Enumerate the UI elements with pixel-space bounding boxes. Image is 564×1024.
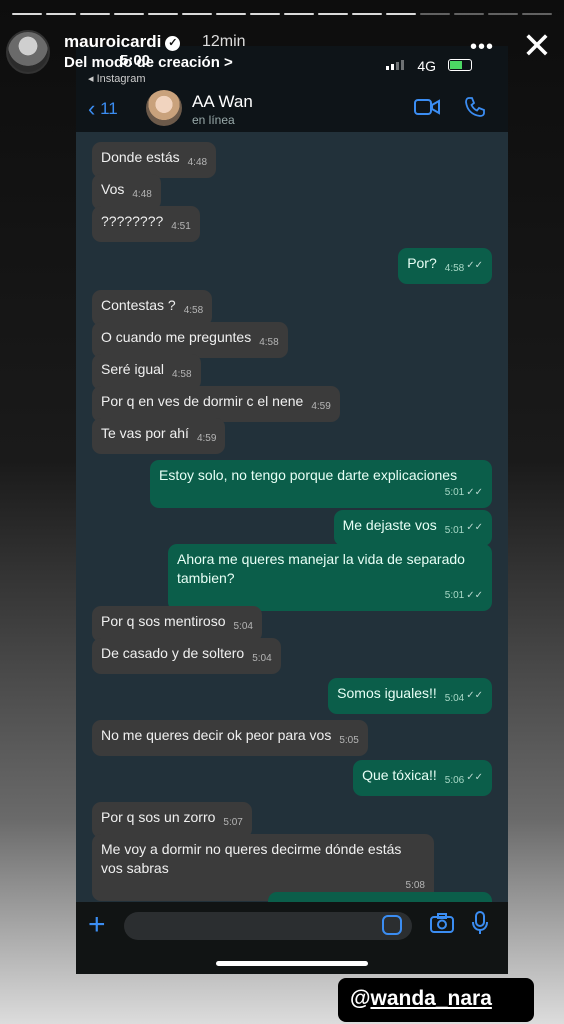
message-bubble[interactable]: De casado y de soltero 5:04 <box>92 638 281 674</box>
home-indicator <box>216 961 368 966</box>
message-bubble[interactable]: Por q en ves de dormir c el nene 4:59 <box>92 386 340 422</box>
read-ticks-icon: ✓✓ <box>466 690 483 701</box>
verified-badge-icon: ✓ <box>165 36 181 51</box>
story-header: mauroicardi ✓ 12min Del modo de creación … <box>6 28 558 78</box>
plus-icon[interactable]: + <box>88 910 106 940</box>
story-avatar[interactable] <box>6 30 50 74</box>
message-bubble[interactable]: Te vas por ahí 4:59 <box>92 418 226 454</box>
chevron-left-icon: ‹ <box>88 96 96 121</box>
back-button[interactable]: ‹ 11 <box>88 96 118 122</box>
read-ticks-icon: ✓✓ <box>466 590 483 601</box>
read-ticks-icon: ✓✓ <box>466 260 483 271</box>
message-input[interactable] <box>124 912 412 940</box>
mention-sticker[interactable]: @wanda_nara <box>338 978 534 1022</box>
message-bubble[interactable]: Seré igual 4:58 <box>92 354 201 390</box>
message-bubble[interactable]: Me dejaste vos 5:01 ✓✓ <box>333 510 492 546</box>
video-call-icon[interactable] <box>414 98 440 121</box>
chat-screenshot: 5:00 ◂ Instagram 4G ‹ 11 AA Wan en línea… <box>76 46 508 974</box>
unread-count: 11 <box>100 99 118 118</box>
message-bubble[interactable]: Que tóxica!! 5:06 ✓✓ <box>353 760 492 796</box>
message-bubble[interactable]: Somos iguales!! 5:04 ✓✓ <box>328 678 492 714</box>
microphone-icon[interactable] <box>472 911 488 940</box>
message-bubble[interactable]: Me voy a dormir no queres decirme dónde … <box>92 834 434 901</box>
composer-bar: + <box>76 902 508 974</box>
camera-icon[interactable] <box>430 913 454 938</box>
sticker-icon[interactable] <box>382 915 402 935</box>
message-bubble[interactable]: Ahora me queres manejar la vida de separ… <box>168 544 492 611</box>
contact-avatar[interactable] <box>146 90 182 126</box>
read-ticks-icon: ✓✓ <box>466 522 483 533</box>
message-bubble[interactable]: Estoy solo, no tengo porque darte explic… <box>150 460 492 508</box>
more-options-icon[interactable]: ••• <box>470 36 494 59</box>
message-bubble[interactable]: Por? 4:58 ✓✓ <box>398 248 492 284</box>
contact-name[interactable]: AA Wan <box>192 92 253 112</box>
contact-status: en línea <box>192 113 235 127</box>
message-bubble[interactable]: O cuando me preguntes 4:58 <box>92 322 288 358</box>
read-ticks-icon: ✓✓ <box>466 487 483 498</box>
message-bubble[interactable]: Por q sos un zorro 5:07 <box>92 802 252 838</box>
read-ticks-icon: ✓✓ <box>466 772 483 783</box>
message-bubble[interactable]: Por q sos mentiroso 5:04 <box>92 606 262 642</box>
message-list[interactable]: Donde estás 4:48 Vos 4:48 ???????? 4:51 Por… <box>76 132 508 912</box>
message-bubble[interactable]: Donde estás 4:48 <box>92 142 217 178</box>
phone-call-icon[interactable] <box>464 96 486 123</box>
chat-header: ‹ 11 AA Wan en línea <box>76 86 508 132</box>
story-progress-bar <box>12 13 552 15</box>
message-bubble[interactable]: Vos 4:48 <box>92 174 161 210</box>
close-icon[interactable]: ✕ <box>522 28 552 64</box>
message-bubble[interactable]: ???????? 4:51 <box>92 206 200 242</box>
message-bubble[interactable]: No me queres decir ok peor para vos 5:05 <box>92 720 368 756</box>
message-bubble[interactable]: Contestas ? 4:58 <box>92 290 213 326</box>
story-source-link[interactable]: Del modo de creación > <box>64 54 233 71</box>
story-username[interactable]: mauroicardi ✓ <box>64 32 181 52</box>
story-time-ago: 12min <box>202 33 246 50</box>
